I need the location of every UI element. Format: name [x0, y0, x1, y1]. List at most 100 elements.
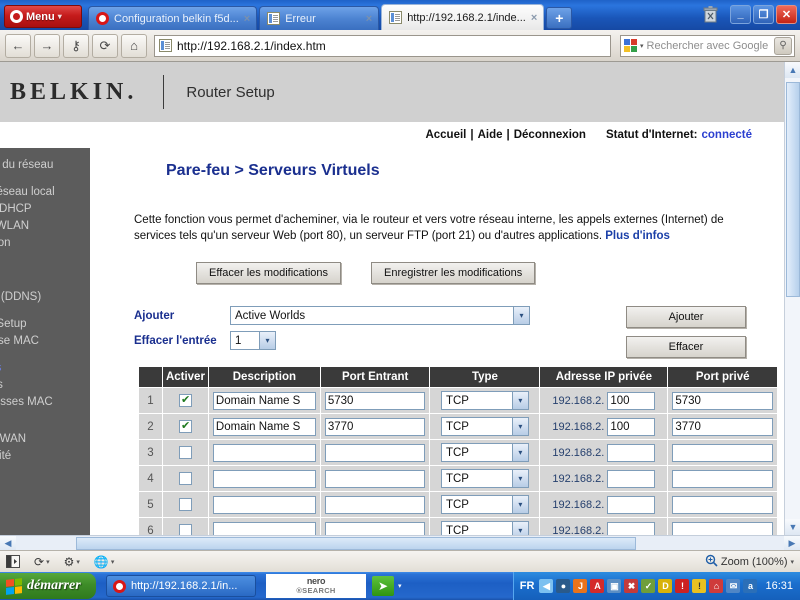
private-ip-input[interactable]: 100: [607, 417, 656, 436]
browser-tab-active[interactable]: http://192.168.2.1/inde... ×: [381, 4, 545, 30]
zoom-control[interactable]: Zoom (100%) ▾: [705, 554, 794, 570]
inbound-port-input[interactable]: [324, 443, 426, 462]
description-input[interactable]: Domain Name S: [212, 391, 316, 410]
forward-icon[interactable]: →: [34, 33, 60, 58]
key-icon[interactable]: ⚷: [63, 33, 89, 58]
chevron-down-icon[interactable]: ▾: [398, 582, 402, 590]
horizontal-scrollbar[interactable]: ◀ ▶: [0, 535, 800, 551]
description-input[interactable]: [212, 495, 316, 514]
enable-checkbox[interactable]: [178, 446, 192, 459]
link-aide[interactable]: Aide: [478, 129, 503, 141]
type-select[interactable]: TCP ▾: [440, 391, 529, 410]
private-port-input[interactable]: [672, 521, 773, 535]
browser-tab[interactable]: Erreur ×: [259, 6, 380, 30]
globe-options-icon[interactable]: 🌐 ▾: [94, 555, 114, 569]
dictionary-icon[interactable]: D: [658, 579, 673, 593]
back-icon[interactable]: ←: [5, 33, 31, 58]
close-button[interactable]: ✕: [776, 4, 797, 24]
security-home-icon[interactable]: ⌂: [709, 579, 724, 593]
chevron-down-icon[interactable]: ▾: [790, 558, 794, 566]
search-icon[interactable]: ⚲: [774, 36, 792, 55]
taskbar-item[interactable]: http://192.168.2.1/in...: [106, 575, 256, 597]
reload-icon[interactable]: ⟳: [92, 33, 118, 58]
enable-checkbox[interactable]: [178, 524, 192, 535]
more-info-link[interactable]: Plus d'infos: [605, 230, 670, 242]
private-port-input[interactable]: [672, 443, 773, 462]
trash-icon[interactable]: [700, 4, 720, 24]
amazon-icon[interactable]: a: [743, 579, 758, 593]
close-icon[interactable]: ×: [531, 12, 537, 24]
close-icon[interactable]: ×: [244, 13, 250, 25]
private-ip-input[interactable]: [607, 469, 656, 488]
private-ip-input[interactable]: [607, 443, 656, 462]
warning-icon[interactable]: !: [692, 579, 707, 593]
tray-expand-icon[interactable]: ◀: [539, 579, 554, 593]
messenger-icon[interactable]: ✉: [726, 579, 741, 593]
reload-options-icon[interactable]: ⟳ ▾: [34, 555, 50, 569]
private-port-input[interactable]: [672, 495, 773, 514]
scroll-down-button[interactable]: ▼: [785, 519, 800, 535]
inbound-port-input[interactable]: [324, 495, 426, 514]
language-indicator[interactable]: FR: [520, 580, 535, 592]
sidebar-item-mac-filtering[interactable]: Filtrage des adresses MAC: [0, 394, 90, 411]
clear-entry-select[interactable]: 1 ▾: [230, 331, 276, 350]
shield-check-icon[interactable]: ✓: [641, 579, 656, 593]
sidebar-item-security-log[interactable]: Journal de sécurité: [0, 448, 90, 465]
enable-checkbox[interactable]: [178, 393, 192, 407]
enable-checkbox[interactable]: [178, 498, 192, 511]
sidebar-item-virtual-servers[interactable]: Serveurs Virtuels: [0, 360, 90, 377]
save-changes-button[interactable]: Enregistrer les modifications: [371, 262, 536, 284]
images-options-icon[interactable]: ⚙ ▾: [64, 555, 80, 569]
add-button[interactable]: Ajouter: [626, 306, 746, 328]
private-ip-input[interactable]: [607, 495, 656, 514]
link-deconnexion[interactable]: Déconnexion: [514, 129, 586, 141]
network-error-icon[interactable]: ✖: [624, 579, 639, 593]
java-icon[interactable]: J: [573, 579, 588, 593]
private-ip-input[interactable]: [607, 521, 656, 535]
sidebar-item-lan-settings[interactable]: Paramètres LAN du réseau: [0, 157, 90, 174]
scroll-right-button[interactable]: ▶: [784, 535, 800, 551]
network-icon[interactable]: ●: [556, 579, 571, 593]
sidebar-item-wps[interactable]: Wi-Fi Protected Setup: [0, 316, 90, 333]
address-bar[interactable]: http://192.168.2.1/index.htm: [154, 34, 611, 57]
search-input[interactable]: Rechercher avec Google: [647, 40, 769, 52]
private-port-input[interactable]: 5730: [672, 391, 773, 410]
vertical-scroll-thumb[interactable]: [786, 82, 800, 297]
search-bar[interactable]: ▾ Rechercher avec Google ⚲: [620, 34, 795, 57]
start-button[interactable]: démarrer: [0, 573, 96, 599]
scroll-up-button[interactable]: ▲: [785, 62, 800, 78]
close-icon[interactable]: ×: [366, 13, 372, 25]
sidebar-item-local-network[interactable]: Paramètres de réseau local: [0, 184, 90, 201]
minimize-button[interactable]: _: [730, 4, 751, 24]
sidebar-item-wan-ping-block[interactable]: Blocage du ping WAN: [0, 431, 90, 448]
panels-toggle-icon[interactable]: [6, 555, 20, 568]
inbound-port-input[interactable]: [324, 469, 426, 488]
nero-go-button[interactable]: ➤: [372, 576, 394, 596]
chevron-down-icon[interactable]: ▾: [640, 42, 644, 50]
sidebar-item-client-filters[interactable]: Filtres des clients: [0, 377, 90, 394]
horizontal-scroll-track[interactable]: [16, 535, 784, 551]
clock[interactable]: 16:31: [765, 580, 793, 592]
sidebar-item-mac-address[interactable]: Adresse MAC: [0, 262, 90, 279]
vertical-scrollbar[interactable]: ▲ ▼: [784, 62, 800, 535]
new-tab-button[interactable]: +: [546, 7, 573, 29]
enable-checkbox[interactable]: [178, 419, 192, 433]
sidebar-item-wlan[interactable]: Réseau sans fil WLAN: [0, 218, 90, 235]
type-select[interactable]: TCP ▾: [440, 521, 529, 535]
enable-checkbox[interactable]: [178, 472, 192, 485]
inbound-port-input[interactable]: 3770: [324, 417, 426, 436]
type-select[interactable]: TCP ▾: [440, 495, 529, 514]
opera-menu-button[interactable]: Menu ▾: [4, 5, 82, 28]
add-application-select[interactable]: Active Worlds ▾: [230, 306, 530, 325]
sidebar-item-connection-type[interactable]: Type de connexion: [0, 235, 90, 252]
private-port-input[interactable]: 3770: [672, 417, 773, 436]
inbound-port-input[interactable]: [324, 521, 426, 535]
sidebar-item-mac-control[interactable]: Contrôle d'adresse MAC: [0, 333, 90, 350]
restore-button[interactable]: ❐: [753, 4, 774, 24]
description-input[interactable]: Domain Name S: [212, 417, 316, 436]
inbound-port-input[interactable]: 5730: [324, 391, 426, 410]
scroll-left-button[interactable]: ◀: [0, 535, 16, 551]
browser-tab[interactable]: Configuration belkin f5d... ×: [88, 6, 258, 30]
sidebar-item-dhcp-clients[interactable]: Liste des clients DHCP: [0, 201, 90, 218]
alert-icon[interactable]: !: [675, 579, 690, 593]
